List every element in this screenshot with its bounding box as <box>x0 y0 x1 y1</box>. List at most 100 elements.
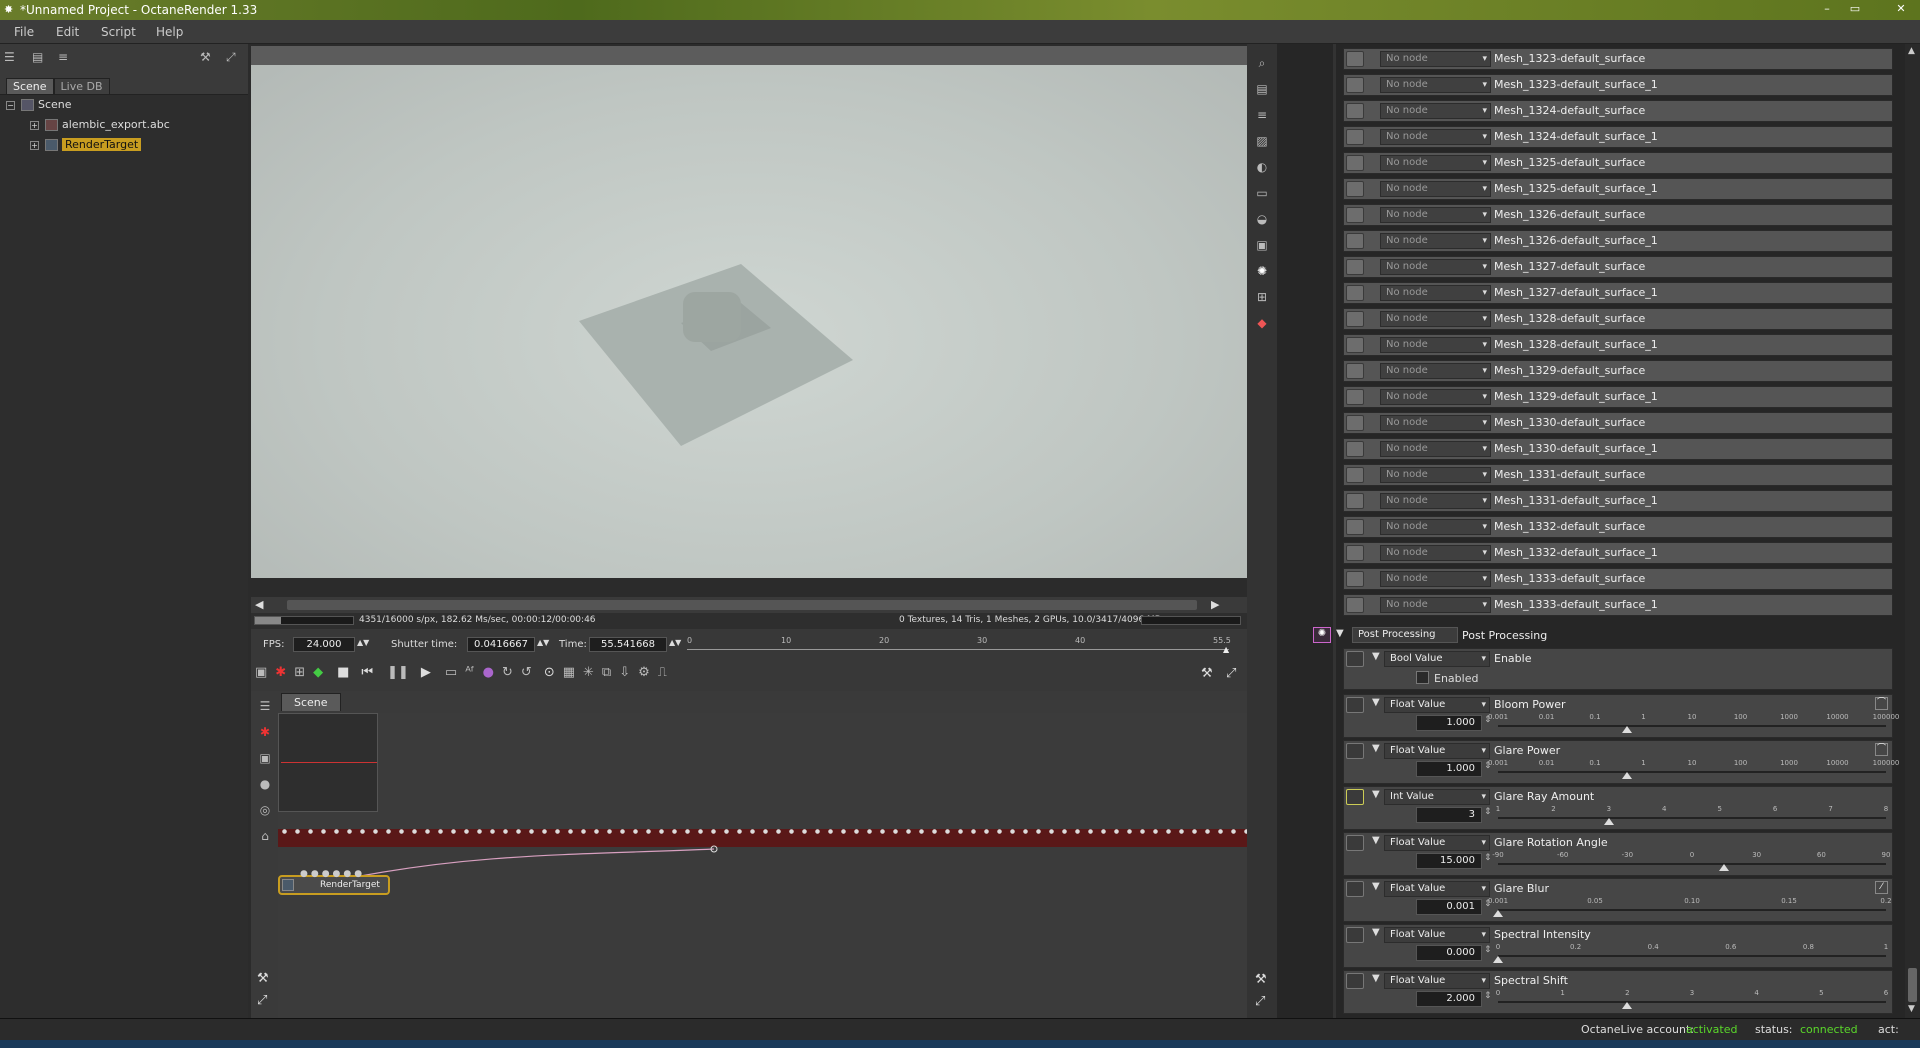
post-processing-icon[interactable]: ✺ <box>1313 627 1331 643</box>
time-stepper-icon[interactable]: ▲▼ <box>669 638 681 647</box>
slider-thumb[interactable] <box>1719 864 1730 871</box>
param-type-dropdown[interactable]: Float Value <box>1384 743 1490 759</box>
slider-thumb[interactable] <box>1493 956 1503 963</box>
paint-icon[interactable]: ◆ <box>1247 310 1277 336</box>
node-select-dropdown[interactable]: No node <box>1380 259 1491 275</box>
node-swatch[interactable] <box>1346 415 1364 431</box>
stop-icon[interactable]: ■ <box>337 665 349 680</box>
node-swatch[interactable] <box>1346 129 1364 145</box>
menu-script[interactable]: Script <box>101 25 136 39</box>
region-icon[interactable]: ⊞ <box>294 665 305 680</box>
node-swatch[interactable] <box>1346 51 1364 67</box>
graph-material-icon[interactable]: ● <box>255 771 275 797</box>
float-value-icon[interactable] <box>1346 881 1364 897</box>
tab-live-db[interactable]: Live DB <box>53 78 110 94</box>
param-slider[interactable]: 0 0.2 0.4 0.6 0.8 1 <box>1493 943 1888 965</box>
node-swatch[interactable] <box>1346 467 1364 483</box>
node-swatch[interactable] <box>1346 155 1364 171</box>
collapse-icon[interactable]: ▼ <box>1372 835 1380 846</box>
node-swatch[interactable] <box>1346 77 1364 93</box>
fullscreen-icon[interactable]: ⤢ <box>1255 994 1265 1009</box>
param-value-field[interactable]: 2.000 <box>1416 991 1482 1007</box>
slider-thumb[interactable] <box>1493 910 1503 917</box>
collapse-icon[interactable]: ▼ <box>1372 881 1380 892</box>
node-swatch[interactable] <box>1346 441 1364 457</box>
param-value-field[interactable]: 1.000 <box>1416 761 1482 777</box>
bool-value-icon[interactable] <box>1346 651 1364 667</box>
param-type-dropdown[interactable]: Float Value <box>1384 881 1490 897</box>
shutter-field[interactable]: 0.0416667 <box>467 637 535 652</box>
node-swatch[interactable] <box>1346 389 1364 405</box>
scroll-thumb[interactable] <box>1908 968 1917 1002</box>
param-value-field[interactable]: 15.000 <box>1416 853 1482 869</box>
enabled-checkbox[interactable] <box>1416 671 1429 684</box>
node-select-dropdown[interactable]: No node <box>1380 51 1491 67</box>
inspector-scrollbar[interactable]: ▲ ▼ <box>1905 44 1920 1018</box>
graph-node-icon[interactable]: ⌂ <box>255 823 275 849</box>
collapse-icon[interactable]: ▼ <box>1336 628 1344 639</box>
tab-scene[interactable]: Scene <box>6 78 54 94</box>
enable-type-dropdown[interactable]: Bool Value <box>1384 651 1490 667</box>
search-icon[interactable]: ⌕ <box>1247 50 1277 76</box>
collapse-icon[interactable]: ▼ <box>1372 973 1380 984</box>
float-value-icon[interactable] <box>1346 927 1364 943</box>
float-value-icon[interactable] <box>1346 835 1364 851</box>
collapse-icon[interactable]: ▼ <box>1372 697 1380 708</box>
time-field[interactable]: 55.541668 <box>589 637 667 652</box>
param-type-dropdown[interactable]: Float Value <box>1384 927 1490 943</box>
node-swatch[interactable] <box>1346 259 1364 275</box>
material-icon[interactable]: ● <box>483 665 494 680</box>
expand-icon[interactable]: + <box>30 140 39 150</box>
wrench-icon[interactable]: ⚒ <box>1255 972 1267 987</box>
lock-icon[interactable]: ⎍ <box>658 665 667 680</box>
scroll-right-icon[interactable]: ▶ <box>1211 598 1219 611</box>
node-select-dropdown[interactable]: No node <box>1380 129 1491 145</box>
grid-icon[interactable]: ⊞ <box>1247 284 1277 310</box>
node-select-dropdown[interactable]: No node <box>1380 181 1491 197</box>
export-icon[interactable]: ⇩ <box>619 665 630 680</box>
param-slider[interactable]: 0.001 0.01 0.1 1 10 100 1000 10000 100000 <box>1488 713 1899 735</box>
slider-thumb[interactable] <box>1622 772 1633 779</box>
maximize-icon[interactable]: ▭ <box>1846 2 1864 17</box>
param-type-dropdown[interactable]: Int Value <box>1384 789 1490 805</box>
node-swatch[interactable] <box>1346 285 1364 301</box>
node-swatch[interactable] <box>1346 181 1364 197</box>
graph-image-icon[interactable]: ▣ <box>255 745 275 771</box>
param-slider[interactable]: 1 2 3 4 5 6 7 8 <box>1496 805 1888 827</box>
collapse-icon[interactable]: ▼ <box>1372 927 1380 938</box>
menu-file[interactable]: File <box>14 25 34 39</box>
node-select-dropdown[interactable]: No node <box>1380 467 1491 483</box>
tree-item-rendertarget[interactable]: + RenderTarget <box>30 138 142 156</box>
node-select-dropdown[interactable]: No node <box>1380 103 1491 119</box>
param-stepper-icon[interactable]: ⇕ <box>1484 807 1492 817</box>
node-swatch[interactable] <box>1346 363 1364 379</box>
menu-help[interactable]: Help <box>156 25 183 39</box>
outliner-layers-icon[interactable]: ▤ <box>32 50 48 64</box>
node-select-dropdown[interactable]: No node <box>1380 207 1491 223</box>
node-select-dropdown[interactable]: No node <box>1380 285 1491 301</box>
node-swatch[interactable] <box>1346 207 1364 223</box>
slider-thumb[interactable] <box>1622 1002 1633 1009</box>
timeline[interactable]: 0 10 20 30 40 55.5 ▲ <box>687 635 1237 655</box>
int-value-icon[interactable] <box>1346 789 1364 805</box>
node-select-dropdown[interactable]: No node <box>1380 77 1491 93</box>
node-pins[interactable]: ●●●●●● <box>300 869 365 879</box>
float-value-icon[interactable] <box>1346 743 1364 759</box>
node-select-dropdown[interactable]: No node <box>1380 519 1491 535</box>
node-swatch[interactable] <box>1346 337 1364 353</box>
slider-thumb[interactable] <box>1603 818 1614 825</box>
node-swatch[interactable] <box>1346 311 1364 327</box>
wrench-icon[interactable]: ⚒ <box>200 50 216 64</box>
layers-icon[interactable]: ▤ <box>1247 76 1277 102</box>
wrench-icon[interactable]: ⚒ <box>257 971 269 986</box>
rewind-icon[interactable]: ⏮ <box>361 665 373 680</box>
node-swatch[interactable] <box>1346 545 1364 561</box>
node-select-dropdown[interactable]: No node <box>1380 155 1491 171</box>
tree-item-alembic[interactable]: + alembic_export.abc <box>30 118 170 136</box>
timeline-thumb[interactable]: ▲ <box>1223 645 1229 654</box>
post-processing-type-dropdown[interactable]: Post Processing <box>1352 627 1458 643</box>
monitor-icon[interactable]: ▭ <box>1247 180 1277 206</box>
float-value-icon[interactable] <box>1346 697 1364 713</box>
settings-icon[interactable]: ⚙ <box>638 665 650 680</box>
play-icon[interactable]: ▶ <box>421 665 431 680</box>
